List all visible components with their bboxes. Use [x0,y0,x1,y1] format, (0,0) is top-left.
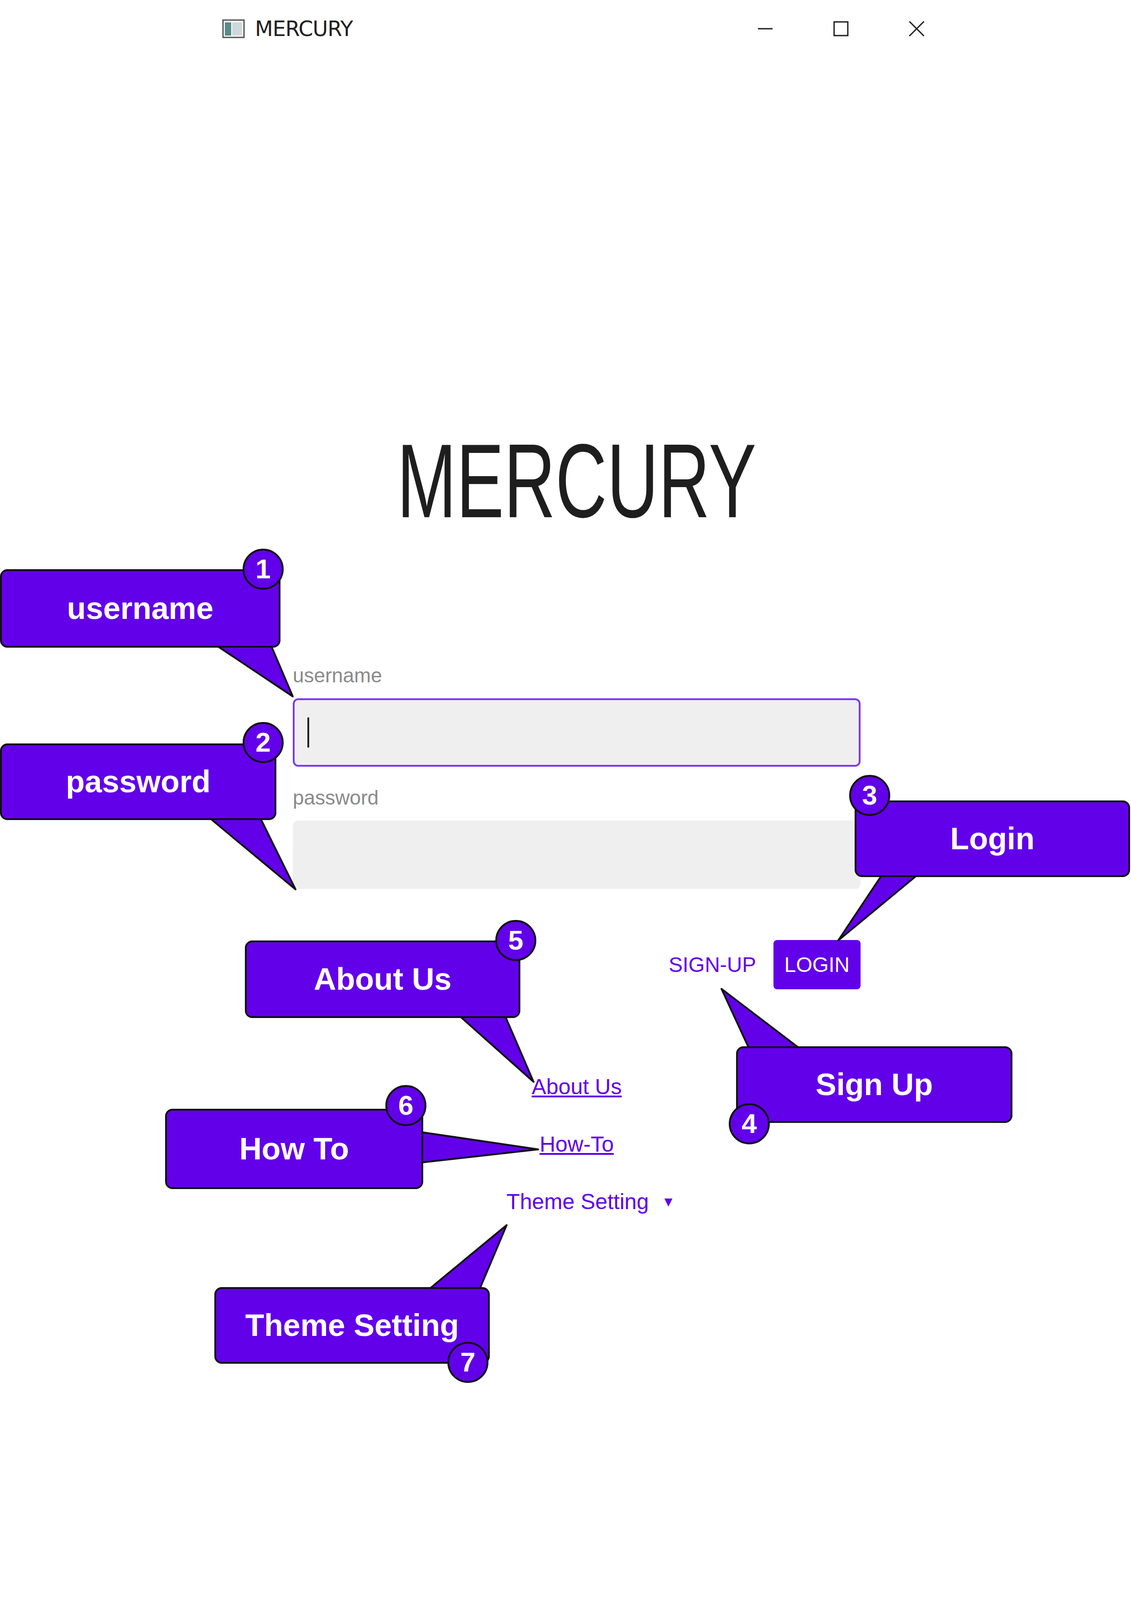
callout-box: username [0,569,281,648]
signup-button[interactable]: SIGN-UP [664,939,760,990]
login-button[interactable]: LOGIN [773,939,861,990]
callout-pointer [838,874,918,941]
minimize-icon[interactable] [756,19,775,38]
close-icon[interactable] [907,19,926,38]
screen: MERCURY MERCURY username password SIGN-UP LOG… [0,0,1131,1600]
callout-box: How To [165,1108,424,1189]
text-input[interactable] [292,698,861,767]
callout-pointer [214,643,293,697]
app-heading: MERCURY [396,428,757,534]
callout-box: Login [854,800,1131,877]
callout-number-badge: 6 [385,1084,427,1126]
callout-pointer [458,1015,534,1082]
callout-box: About Us [244,940,521,1018]
window-app-icon [222,18,245,39]
callout-pointer [721,988,801,1049]
callout-number-badge: 5 [495,919,537,961]
callout-pointer [420,1131,539,1163]
theme-dropdown[interactable]: Theme Setting▼ [478,1188,676,1216]
callout-pointer [428,1224,507,1290]
window-controls [756,19,926,38]
callout-box: Sign Up [736,1046,1013,1123]
callout-box: Theme Setting [214,1286,490,1364]
callout-number-badge: 7 [447,1341,489,1383]
callout-number-badge: 1 [242,548,284,590]
title-bar: MERCURY [0,0,1131,58]
callout-pointer [208,817,296,890]
text-caret [307,717,310,748]
dropdown-arrow-icon: ▼ [661,1188,676,1216]
callout-box: password [0,743,277,820]
form-field: username [292,662,861,767]
callout-number-badge: 3 [849,774,891,816]
text-input[interactable] [292,820,861,889]
callout-number-badge: 2 [242,721,284,763]
text-link[interactable]: About Us [531,1073,622,1101]
maximize-icon[interactable] [831,19,851,38]
field-label: username [292,662,861,689]
form-field: password [292,784,861,889]
text-link[interactable]: How-To [539,1130,614,1158]
window-title: MERCURY [254,16,353,42]
field-label: password [292,784,861,811]
callout-number-badge: 4 [728,1103,770,1145]
